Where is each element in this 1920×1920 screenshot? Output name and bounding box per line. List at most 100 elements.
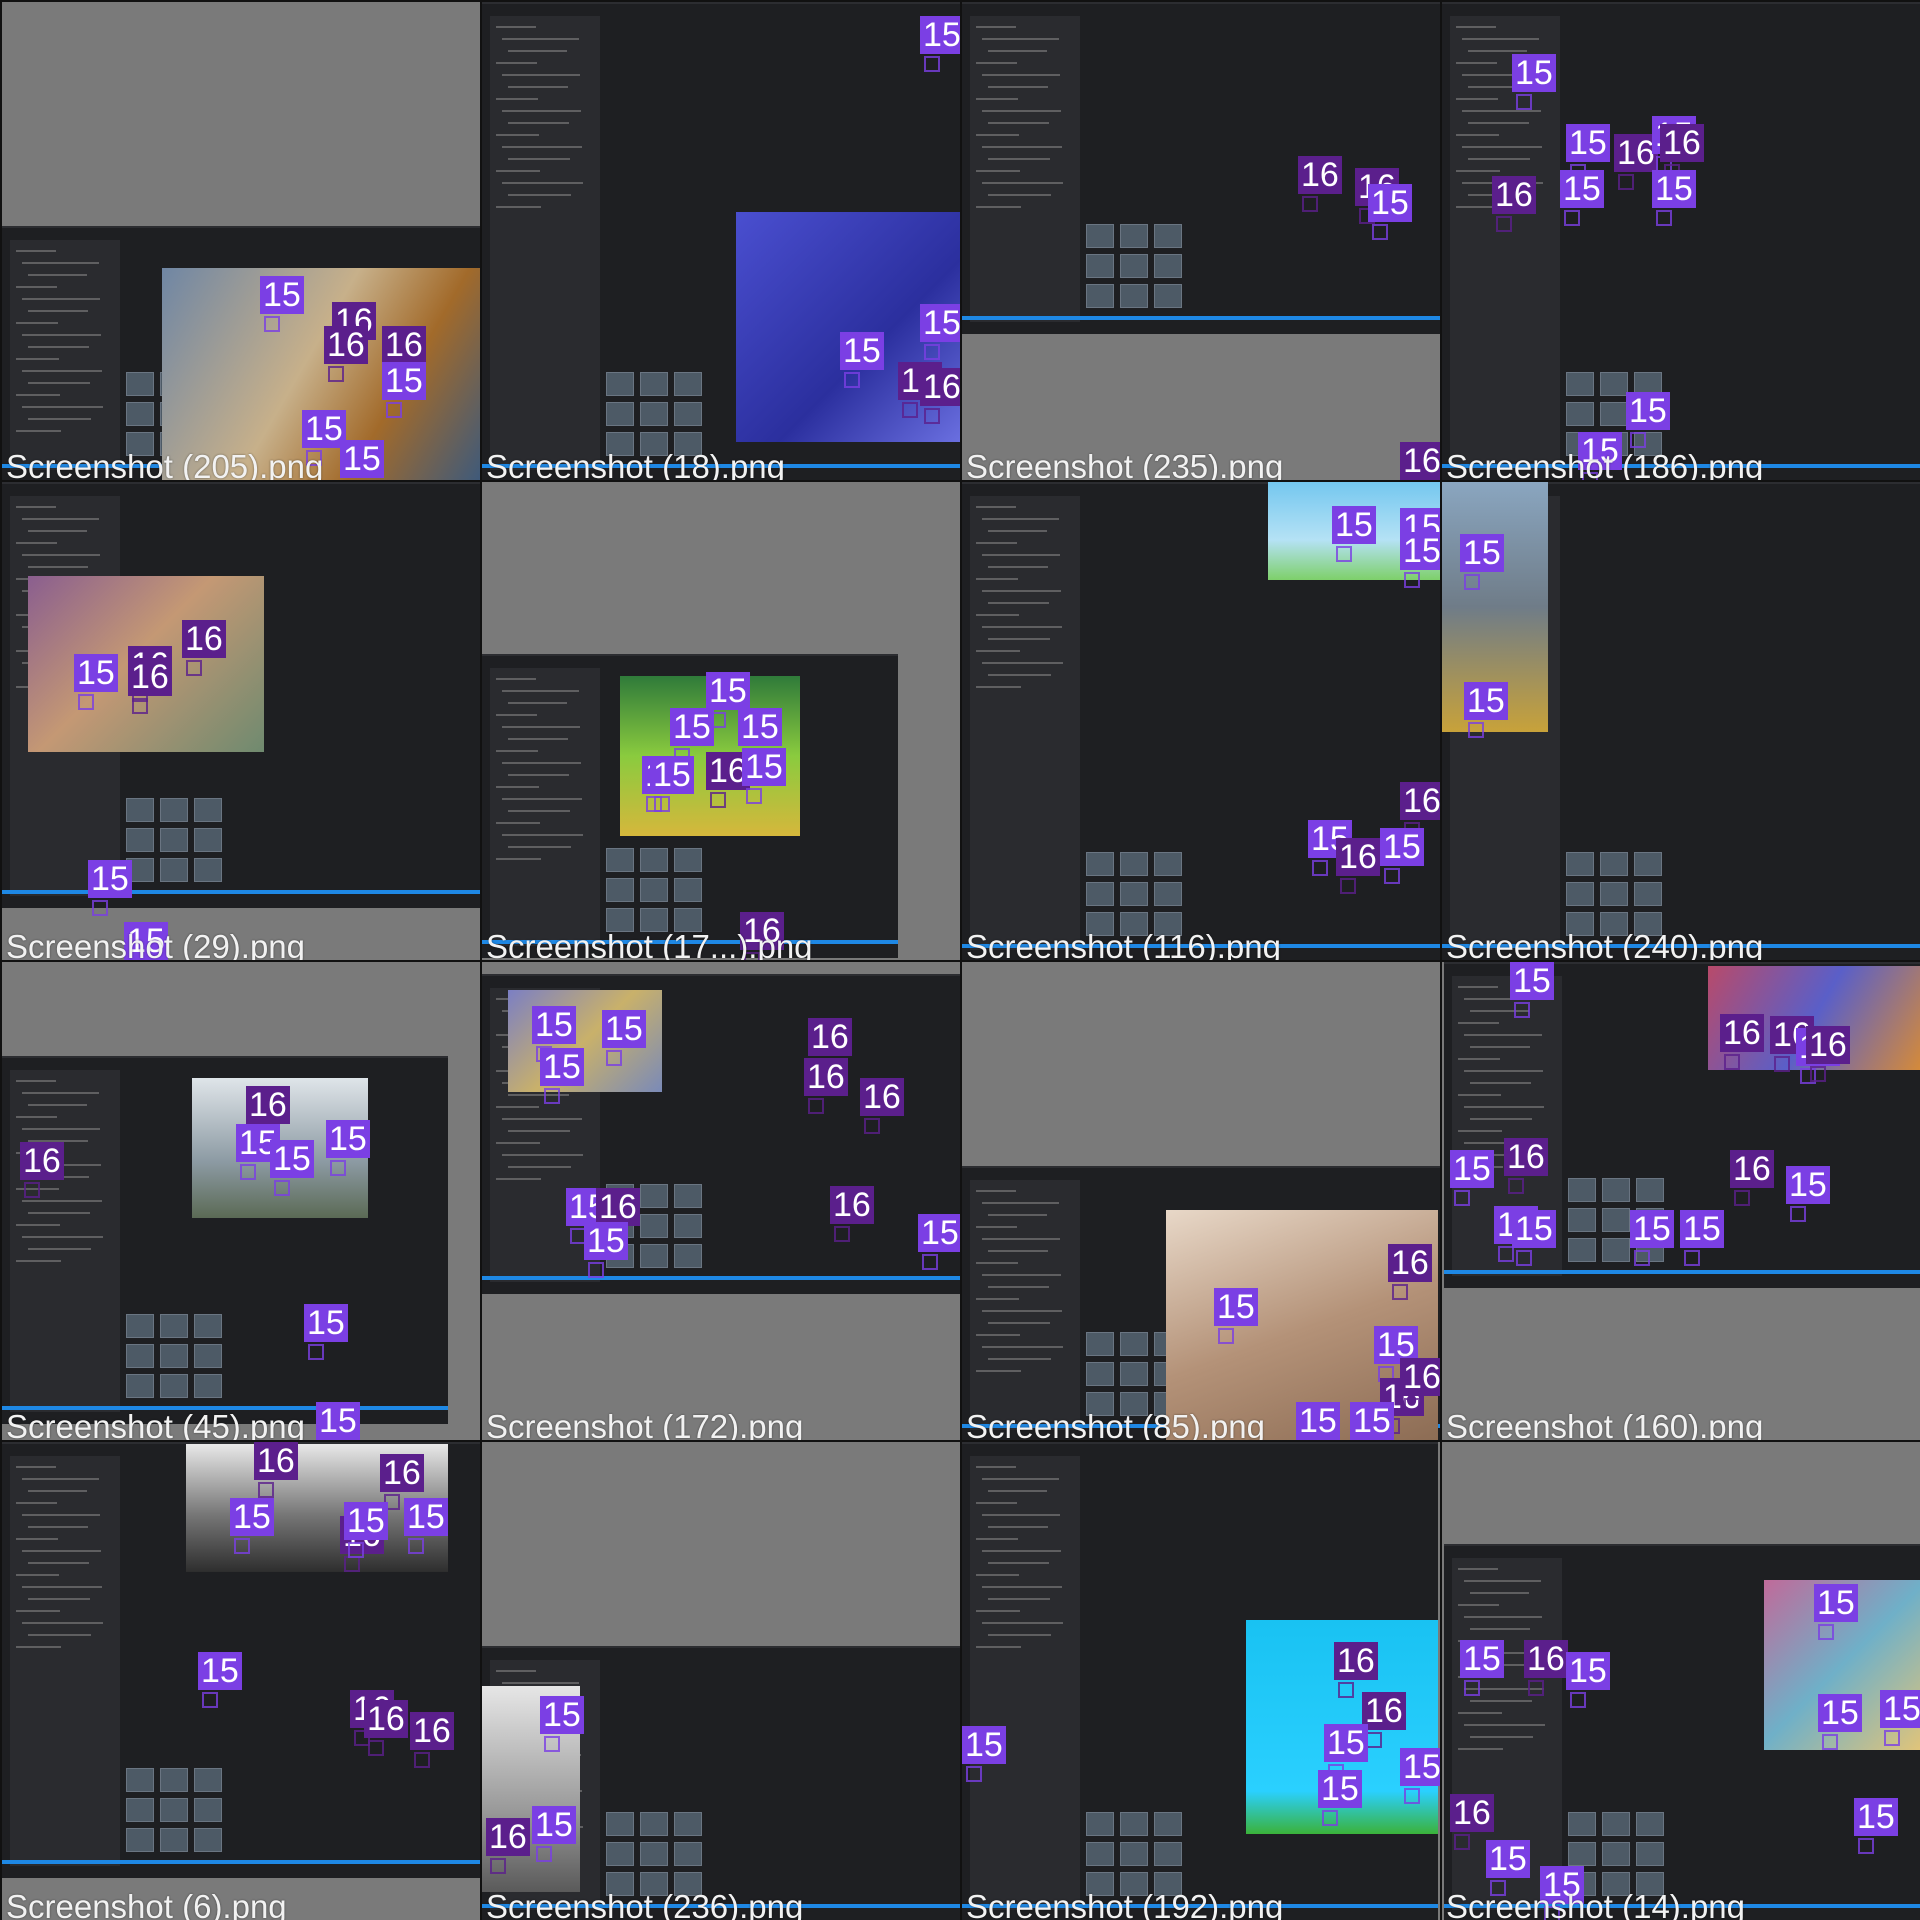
file-thumbnail[interactable] xyxy=(1602,1178,1630,1202)
file-thumbnail[interactable] xyxy=(1600,402,1628,426)
file-thumbnail[interactable] xyxy=(1634,882,1662,906)
file-thumbnail[interactable] xyxy=(674,908,702,932)
file-thumbnail[interactable] xyxy=(674,1842,702,1866)
file-thumbnail[interactable] xyxy=(606,372,634,396)
file-thumbnail[interactable] xyxy=(1154,1842,1182,1866)
file-thumbnail[interactable] xyxy=(194,1828,222,1852)
file-thumbnail[interactable] xyxy=(194,1798,222,1822)
file-thumbnail[interactable] xyxy=(1568,1208,1596,1232)
file-thumbnail[interactable] xyxy=(1600,852,1628,876)
file-thumbnail[interactable] xyxy=(126,1374,154,1398)
grid-tile[interactable]: 161615161515Screenshot (29).png xyxy=(2,482,480,960)
file-thumbnail[interactable] xyxy=(160,1374,188,1398)
file-thumbnail[interactable] xyxy=(1086,1332,1114,1356)
file-thumbnail[interactable] xyxy=(1602,1872,1630,1896)
file-thumbnail[interactable] xyxy=(126,432,154,456)
file-thumbnail[interactable] xyxy=(160,858,188,882)
file-thumbnail[interactable] xyxy=(1568,1178,1596,1202)
file-thumbnail[interactable] xyxy=(674,372,702,396)
file-thumbnail[interactable] xyxy=(194,1314,222,1338)
file-thumbnail[interactable] xyxy=(1086,1362,1114,1386)
file-thumbnail[interactable] xyxy=(1566,912,1594,936)
file-thumbnail[interactable] xyxy=(160,828,188,852)
file-thumbnail[interactable] xyxy=(1120,1392,1148,1416)
file-thumbnail[interactable] xyxy=(1602,1842,1630,1866)
file-thumbnail[interactable] xyxy=(674,1872,702,1896)
file-thumbnail[interactable] xyxy=(640,1184,668,1208)
file-thumbnail[interactable] xyxy=(640,1214,668,1238)
file-thumbnail[interactable] xyxy=(1154,852,1182,876)
file-thumbnail[interactable] xyxy=(1154,254,1182,278)
file-thumbnail[interactable] xyxy=(1120,1362,1148,1386)
file-thumbnail[interactable] xyxy=(640,372,668,396)
file-thumbnail[interactable] xyxy=(1120,1812,1148,1836)
file-thumbnail[interactable] xyxy=(674,402,702,426)
file-thumbnail[interactable] xyxy=(674,1812,702,1836)
file-thumbnail[interactable] xyxy=(1086,1392,1114,1416)
file-thumbnail[interactable] xyxy=(126,798,154,822)
file-thumbnail[interactable] xyxy=(1602,1208,1630,1232)
file-thumbnail[interactable] xyxy=(1600,912,1628,936)
file-thumbnail[interactable] xyxy=(126,828,154,852)
file-thumbnail[interactable] xyxy=(160,1314,188,1338)
file-thumbnail[interactable] xyxy=(640,1812,668,1836)
file-thumbnail[interactable] xyxy=(1602,1812,1630,1836)
file-thumbnail[interactable] xyxy=(126,1314,154,1338)
grid-tile[interactable]: 15 16 16 15 15 15 Screenshot (192).png xyxy=(962,1442,1440,1920)
file-thumbnail[interactable] xyxy=(606,402,634,426)
file-thumbnail[interactable] xyxy=(1636,1872,1664,1896)
grid-tile[interactable]: 16161516151516161615Screenshot (6).png xyxy=(2,1442,480,1920)
file-thumbnail[interactable] xyxy=(1568,1842,1596,1866)
file-thumbnail[interactable] xyxy=(606,1872,634,1896)
file-thumbnail[interactable] xyxy=(126,1344,154,1368)
file-thumbnail[interactable] xyxy=(1120,1872,1148,1896)
file-thumbnail[interactable] xyxy=(1154,912,1182,936)
file-thumbnail[interactable] xyxy=(1634,852,1662,876)
file-thumbnail[interactable] xyxy=(126,372,154,396)
grid-tile[interactable]: 1515151516151516Screenshot (17...).png xyxy=(482,482,960,960)
file-thumbnail[interactable] xyxy=(1566,402,1594,426)
file-thumbnail[interactable] xyxy=(1154,882,1182,906)
file-thumbnail[interactable] xyxy=(606,878,634,902)
file-thumbnail[interactable] xyxy=(194,1344,222,1368)
grid-tile[interactable]: 15 15 Screenshot (240).png xyxy=(1442,482,1920,960)
file-thumbnail[interactable] xyxy=(1636,1812,1664,1836)
file-thumbnail[interactable] xyxy=(160,1828,188,1852)
file-thumbnail[interactable] xyxy=(194,828,222,852)
file-thumbnail[interactable] xyxy=(160,798,188,822)
file-thumbnail[interactable] xyxy=(1120,284,1148,308)
grid-tile[interactable]: 15 15 15 16 16 16 15 16 15 16 15 Screenshot (172).p… xyxy=(482,962,960,1440)
file-thumbnail[interactable] xyxy=(194,858,222,882)
file-thumbnail[interactable] xyxy=(1120,254,1148,278)
file-thumbnail[interactable] xyxy=(1154,284,1182,308)
file-thumbnail[interactable] xyxy=(640,1872,668,1896)
file-thumbnail[interactable] xyxy=(126,1768,154,1792)
file-thumbnail[interactable] xyxy=(194,1768,222,1792)
file-thumbnail[interactable] xyxy=(606,1842,634,1866)
file-thumbnail[interactable] xyxy=(640,1842,668,1866)
file-thumbnail[interactable] xyxy=(160,1798,188,1822)
file-thumbnail[interactable] xyxy=(1600,882,1628,906)
grid-tile[interactable]: 1616151616Screenshot (235).png xyxy=(962,2,1440,480)
file-thumbnail[interactable] xyxy=(1636,1178,1664,1202)
file-thumbnail[interactable] xyxy=(1086,284,1114,308)
file-thumbnail[interactable] xyxy=(674,1184,702,1208)
file-thumbnail[interactable] xyxy=(606,848,634,872)
file-thumbnail[interactable] xyxy=(674,1244,702,1268)
grid-tile[interactable]: 15161615161516161515151515Screenshot (16… xyxy=(1442,962,1920,1440)
file-thumbnail[interactable] xyxy=(1120,882,1148,906)
file-thumbnail[interactable] xyxy=(1154,1872,1182,1896)
file-thumbnail[interactable] xyxy=(1086,1812,1114,1836)
file-thumbnail[interactable] xyxy=(1086,882,1114,906)
file-thumbnail[interactable] xyxy=(606,432,634,456)
file-thumbnail[interactable] xyxy=(674,848,702,872)
file-thumbnail[interactable] xyxy=(1634,912,1662,936)
file-thumbnail[interactable] xyxy=(1086,852,1114,876)
grid-tile[interactable]: 15151615161615151515Screenshot (186).png xyxy=(1442,2,1920,480)
grid-tile[interactable]: 15 16 15 Screenshot (236).png xyxy=(482,1442,960,1920)
file-thumbnail[interactable] xyxy=(606,908,634,932)
grid-tile[interactable]: 15 15 15 16 15 15 16 Screenshot (116).png xyxy=(962,482,1440,960)
file-thumbnail[interactable] xyxy=(1566,372,1594,396)
grid-tile[interactable]: 1515151616Screenshot (18).png xyxy=(482,2,960,480)
file-thumbnail[interactable] xyxy=(126,1798,154,1822)
